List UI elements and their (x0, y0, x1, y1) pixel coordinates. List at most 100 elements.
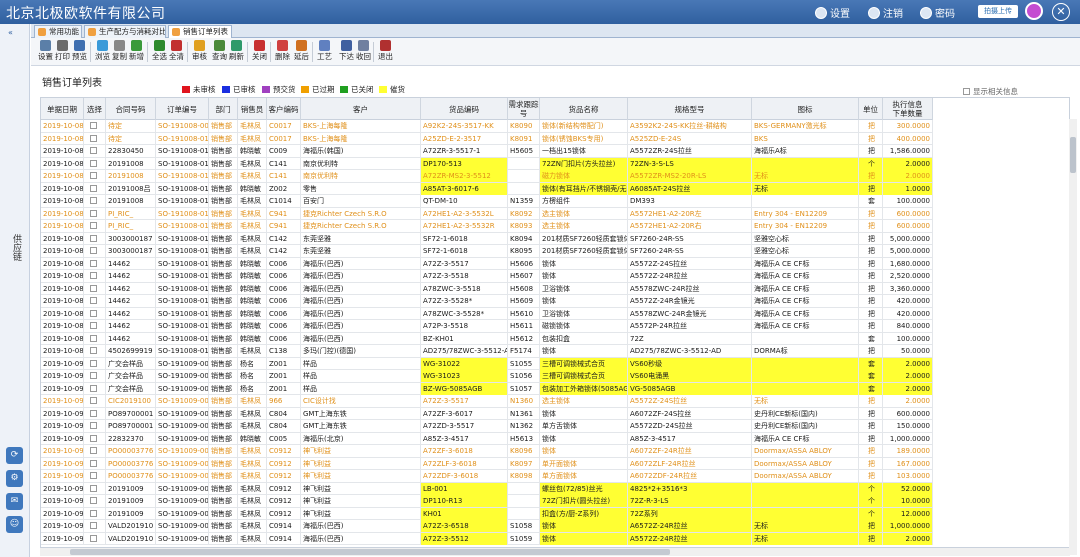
toolbar-button-7[interactable]: 全清 (168, 40, 185, 62)
column-header[interactable]: 单位 (859, 98, 883, 120)
table-row[interactable]: 2019-10-08 14462 SO-191008-018 销售部 韩晓敏 C006 海福… (41, 270, 933, 283)
column-header[interactable]: 合同号码 (106, 98, 156, 120)
table-row[interactable]: 2019-10-08 20191008 SO-191008-012 销售部 毛林凤 C14… (41, 170, 933, 183)
table-row[interactable]: 2019-10-08 14462 SO-191008-018 销售部 韩晓敏 C006 海福… (41, 295, 933, 308)
toolbar-button-13[interactable]: 延后 (293, 40, 310, 62)
toolbar-button-3[interactable]: 浏览 (94, 40, 111, 62)
row-select-checkbox[interactable] (84, 282, 106, 295)
checkbox-icon[interactable] (90, 472, 97, 479)
horizontal-scrollbar[interactable] (40, 548, 1070, 556)
checkbox-icon[interactable] (90, 384, 97, 392)
checkbox-icon[interactable] (90, 334, 97, 342)
checkbox-icon[interactable] (90, 422, 97, 429)
checkbox-icon[interactable] (90, 234, 97, 242)
table-row[interactable]: 2019-10-08 4502699919 SO-191008-019 销售部 毛林凤 C… (41, 345, 933, 358)
toolbar-button-12[interactable]: 删除 (274, 40, 291, 62)
row-select-checkbox[interactable] (84, 195, 106, 207)
row-select-checkbox[interactable] (84, 182, 106, 195)
row-select-checkbox[interactable] (84, 157, 106, 170)
row-select-checkbox[interactable] (84, 532, 106, 545)
column-header[interactable]: 销售员 (238, 98, 267, 120)
column-header[interactable]: 单据日期 (41, 98, 84, 120)
checkbox-icon[interactable] (90, 309, 97, 317)
table-row[interactable]: 2019-10-08 PI_RIC_ SO-191008-016 销售部 毛林凤 C941… (41, 220, 933, 233)
checkbox-icon[interactable] (90, 297, 97, 304)
checkbox-icon[interactable] (90, 509, 97, 517)
table-row[interactable]: 2019-10-08 14462 SO-191008-018 销售部 韩晓敏 C006 海福… (41, 257, 933, 270)
table-row[interactable]: 2019-10-09 PO00003776 SO-191009-006 销售部 毛林凤 C… (41, 457, 933, 470)
show-related-checkbox[interactable]: 显示相关信息 (963, 86, 1018, 97)
toolbar-button-10[interactable]: 刷新 (228, 40, 245, 62)
vertical-scrollbar[interactable] (1069, 119, 1077, 555)
checkbox-icon[interactable] (90, 347, 97, 354)
row-select-checkbox[interactable] (84, 257, 106, 270)
table-row[interactable]: 2019-10-08 3003000187 SO-191008-017 销售部 毛林凤 C… (41, 245, 933, 258)
checkbox-icon[interactable] (90, 259, 97, 267)
table-row[interactable]: 2019-10-08 14462 SO-191008-018 销售部 韩晓敏 C006 海福… (41, 307, 933, 320)
table-row[interactable]: 2019-10-08 待定 SO-191008-010 销售部 毛林凤 C0017 BKS-… (41, 132, 933, 145)
row-select-checkbox[interactable] (84, 220, 106, 232)
checkbox-icon[interactable] (90, 184, 97, 192)
row-select-checkbox[interactable] (84, 132, 106, 145)
table-row[interactable]: 2019-10-08 20191008吕 SO-191008-014 销售部 韩晓敏 Z0… (41, 182, 933, 195)
checkbox-icon[interactable] (90, 534, 97, 542)
checkbox-icon[interactable] (90, 434, 97, 442)
toolbar-button-14[interactable]: 工艺 (316, 40, 333, 62)
row-select-checkbox[interactable] (84, 332, 106, 345)
table-row[interactable]: 2019-10-09 20191009 SO-191009-007 销售部 毛林凤 C09… (41, 482, 933, 495)
column-header[interactable]: 选择 (84, 98, 106, 120)
row-select-checkbox[interactable] (84, 295, 106, 307)
row-select-checkbox[interactable] (84, 445, 106, 457)
table-row[interactable]: 2019-10-09 VALD201910 SO-191009-008 销售部 毛林凤 C… (41, 532, 933, 545)
upload-button[interactable]: 拍摄上传 (978, 5, 1018, 18)
checkbox-icon[interactable] (90, 359, 97, 367)
toolbar-button-11[interactable]: 关闭 (251, 40, 268, 62)
table-row[interactable]: 2019-10-08 20191008 SO-191008-015 销售部 毛林凤 C10… (41, 195, 933, 208)
chat-icon[interactable]: ✉ (6, 493, 23, 510)
checkbox-icon[interactable] (90, 197, 97, 204)
row-select-checkbox[interactable] (84, 495, 106, 507)
table-row[interactable]: 2019-10-09 PO00003776 SO-191009-006 销售部 毛林凤 C… (41, 445, 933, 458)
table-row[interactable]: 2019-10-09 20191009 SO-191009-007 销售部 毛林凤 C09… (41, 507, 933, 520)
checkbox-icon[interactable] (90, 222, 97, 229)
toolbar-button-17[interactable]: 退出 (377, 40, 394, 62)
table-row[interactable]: 2019-10-08 22830450 SO-191008-011 销售部 韩晓敏 C00… (41, 145, 933, 158)
table-row[interactable]: 2019-10-09 广交会样品 SO-191009-001 销售部 杨名 Z001 样品 W… (41, 370, 933, 383)
row-select-checkbox[interactable] (84, 370, 106, 382)
checkbox-icon[interactable] (90, 172, 97, 179)
toolbar-button-8[interactable]: 审核 (191, 40, 208, 62)
toolbar-button-4[interactable]: 复制 (111, 40, 128, 62)
column-header[interactable]: 部门 (209, 98, 238, 120)
checkbox-icon[interactable] (90, 522, 97, 529)
checkbox-icon[interactable] (90, 447, 97, 454)
password-button[interactable]: 密码 (920, 5, 955, 20)
row-select-checkbox[interactable] (84, 420, 106, 432)
checkbox-icon[interactable] (90, 159, 97, 167)
table-row[interactable]: 2019-10-09 PO00003776 SO-191009-006 销售部 毛林凤 C… (41, 470, 933, 483)
tab-formula-compare[interactable]: 生产配方与消耗对比表 (84, 25, 166, 38)
table-row[interactable]: 2019-10-08 14462 SO-191008-018 销售部 韩晓敏 C006 海福… (41, 320, 933, 333)
row-select-checkbox[interactable] (84, 245, 106, 257)
checkbox-icon[interactable] (90, 409, 97, 417)
toolbar-button-16[interactable]: 收回 (355, 40, 372, 62)
row-select-checkbox[interactable] (84, 345, 106, 357)
checkbox-icon[interactable] (90, 147, 97, 154)
settings-button[interactable]: 设置 (815, 5, 850, 20)
row-select-checkbox[interactable] (84, 382, 106, 395)
row-select-checkbox[interactable] (84, 207, 106, 220)
table-row[interactable]: 2019-10-09 VALD201910 SO-191009-008 销售部 毛林凤 C… (41, 520, 933, 533)
row-select-checkbox[interactable] (84, 120, 106, 132)
column-header[interactable]: 货品编码 (421, 98, 508, 120)
table-row[interactable]: 2019-10-08 14462 SO-191008-018 销售部 韩晓敏 C006 海福… (41, 282, 933, 295)
table-row[interactable]: 2019-10-09 22832370 SO-191009-005 销售部 韩晓敏 C00… (41, 432, 933, 445)
column-header[interactable]: 图标 (752, 98, 859, 120)
toolbar-button-1[interactable]: 打印 (54, 40, 71, 62)
sidebar-module-label[interactable]: 供应链 (9, 234, 21, 261)
checkbox-icon[interactable] (90, 322, 97, 329)
row-select-checkbox[interactable] (84, 145, 106, 157)
avatar[interactable] (1025, 2, 1043, 20)
checkbox-icon[interactable] (90, 372, 97, 379)
row-select-checkbox[interactable] (84, 432, 106, 445)
checkbox-icon[interactable] (90, 484, 97, 492)
checkbox-icon[interactable] (90, 272, 97, 279)
